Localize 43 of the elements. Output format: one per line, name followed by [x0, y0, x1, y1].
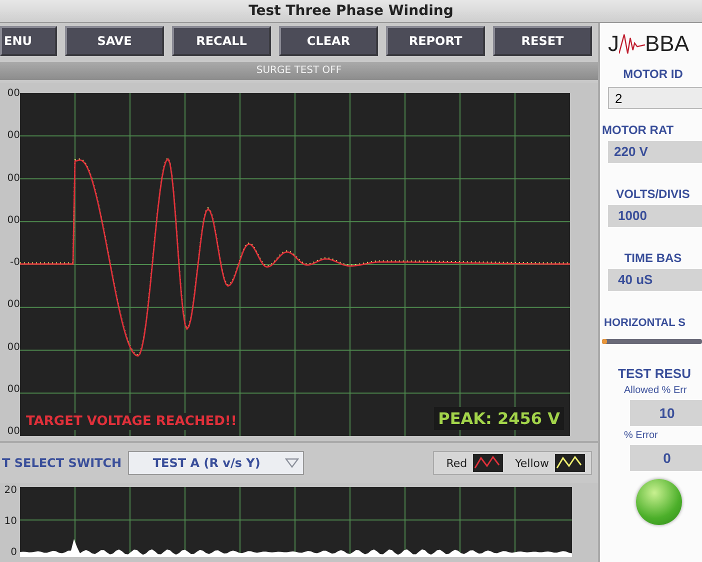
axis-tick-label: 0 — [10, 547, 18, 559]
toolbar-button[interactable]: RECALL — [172, 26, 271, 56]
axis-tick-label: 00 — [6, 384, 20, 396]
value-display: 220 V — [608, 141, 702, 163]
axis-tick-label: 00 — [6, 426, 20, 438]
legend-label: Yellow — [514, 456, 549, 470]
axis-tick-label: 00 — [6, 214, 20, 227]
field-label: TIME BAS — [624, 251, 682, 265]
dropdown-arrow-icon — [284, 458, 299, 468]
value-display: 1000 — [608, 205, 702, 227]
slider-label: HORIZONTAL S — [604, 317, 686, 329]
select-label: T SELECT SWITCH — [2, 456, 122, 470]
toolbar-button[interactable]: ENU — [0, 26, 57, 56]
toolbar-button[interactable]: REPORT — [386, 26, 485, 56]
motor-id-field[interactable]: 2 — [608, 87, 702, 109]
axis-tick-label: 00 — [6, 342, 20, 354]
field-label: VOLTS/DIVIS — [616, 187, 690, 201]
status-bar: SURGE TEST OFF — [0, 62, 598, 80]
value-display: 10 — [630, 400, 702, 426]
test-dropdown[interactable]: TEST A (R v/s Y) — [128, 451, 304, 475]
field-label: Allowed % Err — [624, 385, 687, 396]
slider-track[interactable] — [602, 339, 702, 344]
section-title: TEST RESU — [618, 366, 691, 381]
logo-text: J — [608, 31, 619, 57]
peak-reading: PEAK: 2456 V — [434, 407, 564, 430]
value-display: 40 uS — [608, 269, 702, 291]
field-label: MOTOR ID — [623, 67, 683, 81]
field-label: MOTOR RAT — [602, 123, 674, 137]
axis-tick-label: 20 — [3, 485, 18, 497]
axis-tick-label: 00 — [6, 172, 20, 184]
axis-tick-label: 10 — [3, 516, 18, 528]
axis-tick-label: 00 — [6, 130, 20, 142]
axis-tick-label: 00 — [6, 88, 20, 100]
legend-label: Red — [445, 456, 468, 470]
logo-text: BBA — [645, 31, 690, 57]
value-display: 0 — [630, 445, 702, 471]
toolbar-button[interactable]: SAVE — [65, 26, 164, 56]
toolbar-button[interactable]: RESET — [493, 26, 592, 56]
axis-tick-label: -0 — [9, 257, 20, 269]
toolbar-button[interactable]: CLEAR — [279, 26, 378, 56]
axis-tick-label: 00 — [6, 299, 20, 312]
window-title: Test Three Phase Winding — [0, 0, 702, 23]
field-label: % Error — [624, 430, 658, 441]
